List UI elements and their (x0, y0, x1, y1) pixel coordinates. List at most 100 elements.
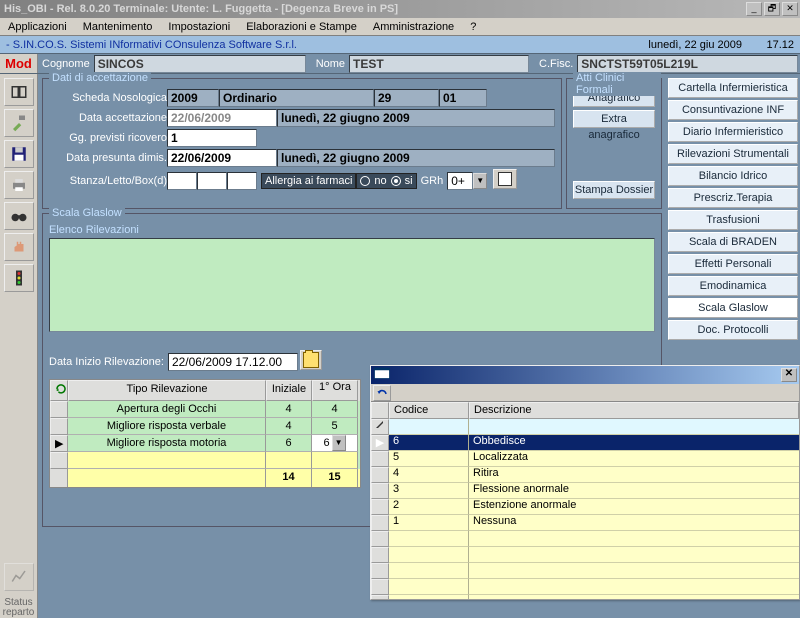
allergia-si-radio[interactable] (391, 176, 401, 186)
document-button[interactable] (493, 169, 517, 189)
data-accettazione-label: Data accettazione (49, 112, 167, 124)
right-button-6[interactable]: Trasfusioni (668, 210, 798, 230)
popup-edit-marker (371, 419, 389, 435)
popup-undo-button[interactable] (373, 385, 391, 401)
menu-amministrazione[interactable]: Amministrazione (365, 19, 462, 35)
right-button-0[interactable]: Cartella Infermieristica (668, 78, 798, 98)
book-icon[interactable] (4, 78, 34, 106)
scheda-tipo: Ordinario (219, 89, 374, 107)
window-title: His_OBI - Rel. 8.0.20 Terminale: Utente:… (2, 3, 744, 15)
allergia-farmaci-group: Allergia ai farmaci (261, 173, 356, 189)
hammer-icon[interactable] (4, 109, 34, 137)
document-icon (498, 172, 512, 186)
stanza-field[interactable] (167, 172, 197, 190)
popup-row-empty (371, 547, 799, 563)
menu-elaborazioni[interactable]: Elaborazioni e Stampe (238, 19, 365, 35)
data-inizio-field[interactable]: 22/06/2009 17.12.00 (168, 353, 298, 371)
right-button-8[interactable]: Effetti Personali (668, 254, 798, 274)
chart-icon[interactable] (4, 563, 34, 591)
nome-label: Nome (312, 58, 349, 70)
popup-row-empty (371, 595, 799, 599)
popup-toolbar (371, 384, 799, 402)
table-row (50, 452, 360, 469)
menu-applicazioni[interactable]: Applicazioni (0, 19, 75, 35)
right-button-4[interactable]: Bilancio Idrico (668, 166, 798, 186)
popup-row[interactable]: 4Ritira (371, 467, 799, 483)
title-bar: His_OBI - Rel. 8.0.20 Terminale: Utente:… (0, 0, 800, 18)
popup-row-empty (371, 531, 799, 547)
save-icon[interactable] (4, 140, 34, 168)
col-ora-header: 1° Ora (312, 380, 358, 401)
cognome-field[interactable]: SINCOS (94, 55, 306, 73)
right-button-9[interactable]: Emodinamica (668, 276, 798, 296)
elenco-rilevazioni-area[interactable] (49, 238, 655, 332)
col-tipo-header: Tipo Rilevazione (68, 380, 266, 401)
popup-close-button[interactable]: ✕ (781, 368, 797, 382)
data-accettazione-long: lunedì, 22 giugno 2009 (277, 109, 555, 127)
elenco-rilevazioni-label: Elenco Rilevazioni (49, 224, 655, 236)
print-icon[interactable] (4, 171, 34, 199)
popup-row[interactable]: 5Localizzata (371, 451, 799, 467)
rilevazioni-table: Tipo Rilevazione Iniziale 1° Ora Apertur… (49, 379, 361, 488)
popup-title-bar: ✕ (371, 366, 799, 384)
menu-bar: Applicazioni Mantenimento Impostazioni E… (0, 18, 800, 36)
binoculars-icon[interactable] (4, 202, 34, 230)
popup-col-codice: Codice (389, 402, 469, 419)
right-button-2[interactable]: Diario Infermieristico (668, 122, 798, 142)
open-folder-button[interactable] (300, 350, 322, 370)
gg-field[interactable]: 1 (167, 129, 257, 147)
popup-row[interactable]: 3Flessione anormale (371, 483, 799, 499)
popup-row-empty (371, 563, 799, 579)
popup-grid[interactable]: Codice Descrizione ▶6Obbedisce5Localizza… (371, 402, 799, 599)
scala-glaslow-legend: Scala Glaslow (49, 207, 125, 219)
scheda-label: Scheda Nosologica (49, 92, 167, 104)
cfisc-field[interactable]: SNCTST59T05L219L (577, 55, 798, 73)
info-bar: - S.IN.CO.S. Sistemi INformativi COnsule… (0, 36, 800, 54)
data-dimis-long: lunedì, 22 giugno 2009 (277, 149, 555, 167)
allergia-radios: no si (356, 173, 416, 189)
nome-field[interactable]: TEST (349, 55, 529, 73)
hand-icon[interactable] (4, 233, 34, 261)
allergia-no-radio[interactable] (360, 176, 370, 186)
menu-impostazioni[interactable]: Impostazioni (160, 19, 238, 35)
reload-icon (55, 383, 67, 395)
dati-accettazione-group: Dati di accettazione Scheda Nosologica 2… (42, 78, 562, 209)
popup-row-empty (371, 579, 799, 595)
right-button-11[interactable]: Doc. Protocolli (668, 320, 798, 340)
stampa-dossier-button[interactable]: Stampa Dossier (573, 181, 655, 199)
table-row[interactable]: Migliore risposta verbale45 (50, 418, 360, 435)
cognome-label: Cognome (38, 58, 94, 70)
cell-dropdown-button[interactable]: ▼ (332, 435, 346, 451)
close-button[interactable]: ✕ (782, 2, 798, 16)
popup-row[interactable]: 1Nessuna (371, 515, 799, 531)
right-button-5[interactable]: Prescriz.Terapia (668, 188, 798, 208)
box-field[interactable] (227, 172, 257, 190)
table-row[interactable]: ▶Migliore risposta motoria66▼ (50, 435, 360, 452)
lookup-popup: ✕ Codice Descrizione ▶6Obbedisce5Localiz… (370, 365, 800, 600)
grh-dropdown-button[interactable]: ▼ (473, 173, 487, 189)
mode-indicator: Mod (0, 54, 38, 73)
right-button-3[interactable]: Rilevazioni Strumentali (668, 144, 798, 164)
right-button-1[interactable]: Consuntivazione INF (668, 100, 798, 120)
table-row[interactable]: Apertura degli Occhi44 (50, 401, 360, 418)
grh-field[interactable]: 0+ (447, 172, 473, 190)
data-accettazione-field: 22/06/2009 (167, 109, 277, 127)
popup-row[interactable]: 2Estenzione anormale (371, 499, 799, 515)
popup-edit-row[interactable] (371, 419, 799, 435)
reload-header-button[interactable] (50, 380, 68, 401)
letto-field[interactable] (197, 172, 227, 190)
patient-row: Mod Cognome SINCOS Nome TEST C.Fisc. SNC… (0, 54, 800, 74)
scheda-n2: 01 (439, 89, 487, 107)
scheda-anno: 2009 (167, 89, 219, 107)
maximize-button[interactable]: 🗗 (764, 2, 780, 16)
menu-help[interactable]: ? (462, 19, 484, 35)
traffic-light-icon[interactable] (4, 264, 34, 292)
popup-row[interactable]: ▶6Obbedisce (371, 435, 799, 451)
right-button-7[interactable]: Scala di BRADEN (668, 232, 798, 252)
right-button-10[interactable]: Scala Glaslow (668, 298, 798, 318)
menu-mantenimento[interactable]: Mantenimento (75, 19, 161, 35)
gg-label: Gg. previsti ricovero (49, 132, 167, 144)
extra-anagrafico-button[interactable]: Extra anagrafico (573, 110, 655, 128)
data-dimis-field[interactable]: 22/06/2009 (167, 149, 277, 167)
minimize-button[interactable]: _ (746, 2, 762, 16)
